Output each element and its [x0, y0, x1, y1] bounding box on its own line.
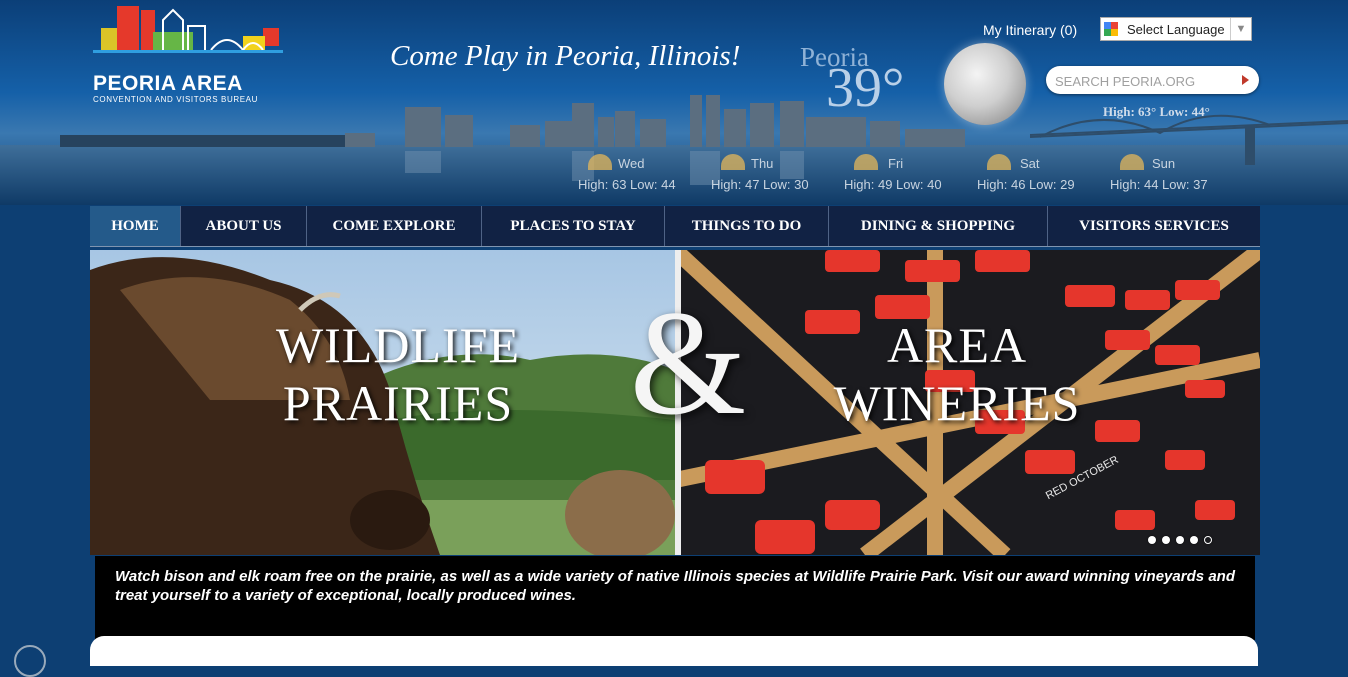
- nav-item-places-to-stay[interactable]: PLACES TO STAY: [482, 206, 665, 246]
- site-tagline: Come Play in Peoria, Illinois!: [390, 40, 741, 72]
- search-input[interactable]: [1053, 70, 1232, 92]
- google-translate-icon: [1104, 22, 1118, 36]
- forecast-day-hilo: High: 46 Low: 29: [977, 177, 1075, 192]
- main-nav: HOME ABOUT US COME EXPLORE PLACES TO STA…: [90, 206, 1260, 247]
- hero-slideshow[interactable]: WILDLIFE PRAIRIES & AREA WINERIES RED OC…: [90, 250, 1260, 555]
- forecast-day-name: Thu: [751, 156, 774, 171]
- slide-dot[interactable]: [1162, 536, 1170, 544]
- language-select[interactable]: Select Language ▼: [1100, 17, 1252, 41]
- forecast-day-hilo: High: 63 Low: 44: [578, 177, 676, 192]
- slide-title-left-line2: PRAIRIES: [282, 375, 514, 431]
- site-header: PEORIA AREA CONVENTION AND VISITORS BURE…: [0, 0, 1348, 205]
- content-panel: [90, 636, 1258, 666]
- slide-dot[interactable]: [1190, 536, 1198, 544]
- forecast-day-hilo: High: 44 Low: 37: [1110, 177, 1208, 192]
- slide-caption: Watch bison and elk roam free on the pra…: [95, 556, 1255, 640]
- slide-dot-current[interactable]: [1204, 536, 1212, 544]
- nav-item-visitors-services[interactable]: VISITORS SERVICES: [1048, 206, 1260, 246]
- nav-item-dining-shopping[interactable]: DINING & SHOPPING: [829, 206, 1048, 246]
- slide-title-right-line2: WINERIES: [833, 375, 1081, 431]
- search-submit-arrow-icon[interactable]: [1242, 75, 1249, 85]
- forecast-day-hilo: High: 47 Low: 30: [711, 177, 809, 192]
- site-logo[interactable]: PEORIA AREA CONVENTION AND VISITORS BURE…: [93, 6, 283, 104]
- forecast-day-name: Fri: [888, 156, 904, 171]
- nav-item-come-explore[interactable]: COME EXPLORE: [307, 206, 482, 246]
- forecast-day-name: Sun: [1152, 156, 1176, 171]
- nav-item-home[interactable]: HOME: [90, 206, 181, 246]
- logo-subtitle: CONVENTION AND VISITORS BUREAU: [93, 95, 258, 104]
- moon-weather-icon: [944, 43, 1026, 125]
- nav-item-things-to-do[interactable]: THINGS TO DO: [665, 206, 829, 246]
- logo-name: PEORIA AREA: [93, 72, 243, 95]
- weather-today-hilo: High: 63° Low: 44°: [1103, 104, 1210, 119]
- slideshow-pager: [1148, 536, 1212, 544]
- forecast-day-hilo: High: 49 Low: 40: [844, 177, 942, 192]
- logo-skyline-icon: [93, 6, 283, 53]
- search-box: [1046, 66, 1259, 94]
- slide-dot[interactable]: [1176, 536, 1184, 544]
- slide-title-right: AREA WINERIES: [812, 316, 1102, 432]
- language-select-label: Select Language: [1127, 22, 1225, 37]
- ampersand-graphic: &: [629, 280, 747, 446]
- slide-title-left: WILDLIFE PRAIRIES: [258, 316, 538, 432]
- nav-item-about-us[interactable]: ABOUT US: [181, 206, 307, 246]
- forecast-day-name: Sat: [1020, 156, 1040, 171]
- itinerary-link[interactable]: My Itinerary (0): [983, 22, 1077, 38]
- forecast-day-name: Wed: [618, 156, 645, 171]
- slide-dot[interactable]: [1148, 536, 1156, 544]
- chevron-down-icon: ▼: [1230, 18, 1251, 40]
- slide-title-left-line1: WILDLIFE: [275, 317, 521, 373]
- weather-current-temp: 39°: [826, 57, 905, 119]
- slide-title-right-line1: AREA: [886, 317, 1028, 373]
